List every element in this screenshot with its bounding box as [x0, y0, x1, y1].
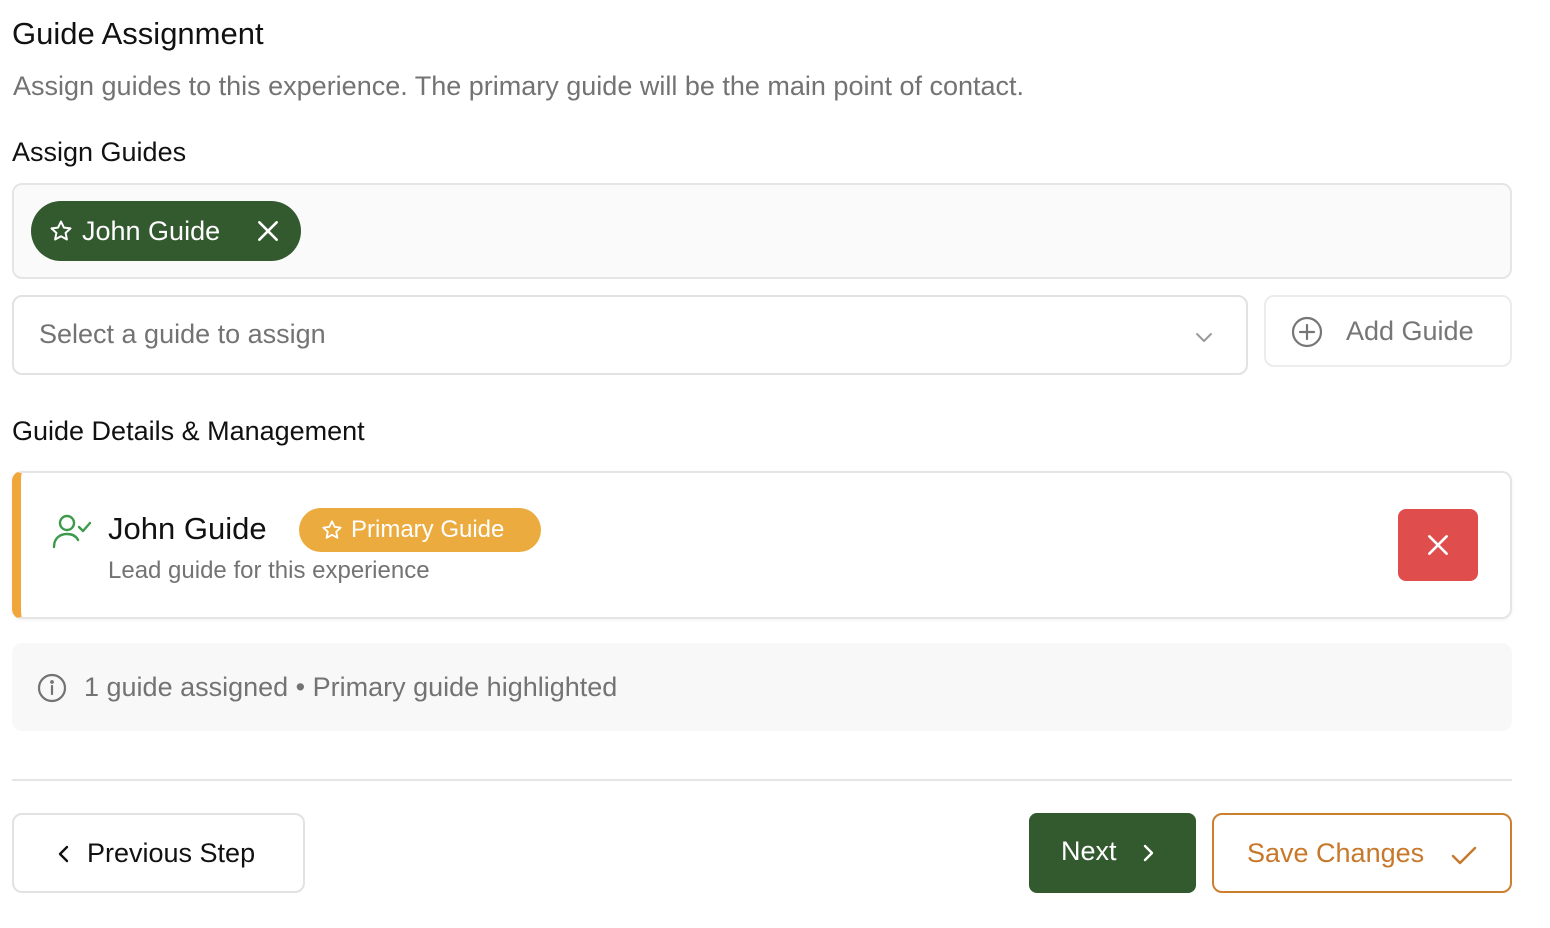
- assigned-guides-box: John Guide: [12, 183, 1512, 279]
- guide-chip-label: John Guide: [82, 215, 221, 246]
- save-changes-label: Save Changes: [1247, 838, 1425, 868]
- next-label: Next: [1061, 836, 1117, 866]
- guide-details-label: Guide Details & Management: [12, 416, 365, 446]
- close-icon[interactable]: [255, 218, 281, 244]
- badge-label: Primary Guide: [351, 516, 505, 543]
- page-title: Guide Assignment: [12, 16, 264, 51]
- plus-circle-icon: [1291, 316, 1323, 348]
- divider: [12, 779, 1512, 781]
- assign-guides-label: Assign Guides: [12, 137, 187, 167]
- chevron-left-icon: [58, 845, 69, 863]
- guide-card: John Guide Primary Guide Lead guide for …: [12, 471, 1512, 619]
- next-button[interactable]: Next: [1029, 813, 1196, 893]
- chevron-down-icon: [1196, 333, 1212, 342]
- previous-step-label: Previous Step: [87, 838, 256, 868]
- previous-step-button[interactable]: Previous Step: [12, 813, 305, 893]
- primary-guide-badge: Primary Guide: [299, 508, 541, 552]
- info-text: 1 guide assigned • Primary guide highlig…: [84, 672, 618, 702]
- page-subtitle: Assign guides to this experience. The pr…: [13, 71, 1025, 101]
- guide-chip[interactable]: John Guide: [31, 201, 301, 261]
- star-icon: [322, 520, 342, 539]
- info-bar: 1 guide assigned • Primary guide highlig…: [12, 643, 1512, 731]
- chevron-right-icon: [1143, 844, 1154, 862]
- add-guide-button[interactable]: Add Guide: [1264, 295, 1512, 367]
- guide-name: John Guide: [108, 511, 267, 546]
- guide-select-placeholder: Select a guide to assign: [39, 319, 326, 349]
- add-guide-label: Add Guide: [1346, 316, 1474, 346]
- close-icon: [1428, 535, 1448, 555]
- info-icon: [37, 673, 67, 703]
- remove-guide-button[interactable]: [1398, 509, 1478, 581]
- star-icon: [50, 220, 72, 241]
- guide-description: Lead guide for this experience: [108, 557, 430, 584]
- user-check-icon: [52, 514, 92, 549]
- check-icon: [1451, 846, 1477, 865]
- guide-select[interactable]: Select a guide to assign: [12, 295, 1248, 375]
- save-changes-button[interactable]: Save Changes: [1212, 813, 1512, 893]
